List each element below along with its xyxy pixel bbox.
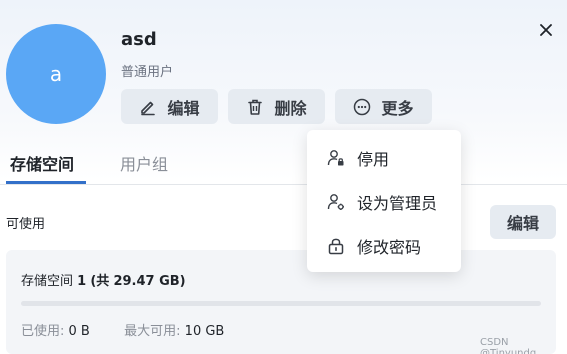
more-button-label: 更多	[381, 98, 414, 118]
menu-item-change-password[interactable]: 修改密码	[307, 228, 461, 264]
watermark: CSDN @Tinyundg	[480, 337, 537, 354]
user-lock-icon	[327, 149, 345, 167]
used-label: 已使用:	[21, 324, 65, 339]
edit-storage-button[interactable]: 编辑	[490, 205, 556, 239]
close-button[interactable]	[536, 20, 556, 40]
menu-item-disable-label: 停用	[357, 150, 390, 169]
user-name: asd	[121, 29, 157, 50]
tab-storage[interactable]: 存储空间	[10, 151, 74, 175]
more-button[interactable]: 更多	[335, 89, 432, 124]
storage-card: 存储空间 1 (共 29.47 GB) 已使用: 0 B 最大可用: 10 GB	[6, 250, 556, 354]
storage-progress-bar	[21, 301, 541, 306]
max-available-label: 最大可用:	[124, 324, 181, 339]
edit-button-label: 编辑	[167, 98, 200, 118]
menu-item-change-password-label: 修改密码	[357, 238, 422, 257]
delete-button-label: 删除	[274, 98, 307, 118]
storage-title: 存储空间 1 (共 29.47 GB)	[21, 270, 186, 289]
tab-bar: 存储空间 用户组	[0, 140, 567, 185]
user-role: 普通用户	[121, 65, 174, 80]
edit-button[interactable]: 编辑	[121, 89, 218, 124]
more-circle-icon	[353, 98, 371, 116]
max-available-value: 10 GB	[184, 324, 225, 339]
delete-button[interactable]: 删除	[228, 89, 325, 124]
storage-title-suffix: )	[179, 274, 186, 289]
user-gear-icon	[327, 193, 345, 211]
trash-icon	[246, 98, 264, 116]
active-tab-indicator	[6, 181, 86, 184]
avatar-letter: a	[49, 62, 63, 86]
pencil-icon	[139, 98, 157, 116]
lock-icon	[327, 237, 345, 255]
used-value: 0 B	[68, 324, 90, 339]
user-detail-panel: a asd 普通用户 编辑 删除 更多 存储空间 用户组 可使用 编辑 存储空间…	[0, 0, 567, 354]
storage-title-total: 29.47 GB	[113, 274, 180, 289]
storage-title-count: 1	[77, 274, 87, 289]
storage-title-total-prefix: (共	[90, 274, 110, 289]
menu-item-set-admin-label: 设为管理员	[357, 194, 438, 213]
storage-usage-row: 已使用: 0 B 最大可用: 10 GB	[21, 320, 224, 339]
available-status-label: 可使用	[6, 217, 46, 232]
menu-item-disable[interactable]: 停用	[307, 140, 461, 176]
menu-item-set-admin[interactable]: 设为管理员	[307, 184, 461, 220]
tab-user-group[interactable]: 用户组	[120, 151, 168, 175]
avatar: a	[6, 24, 106, 124]
storage-title-prefix: 存储空间	[21, 274, 74, 289]
more-dropdown-menu: 停用 设为管理员 修改密码	[307, 130, 461, 272]
close-icon	[540, 24, 552, 36]
